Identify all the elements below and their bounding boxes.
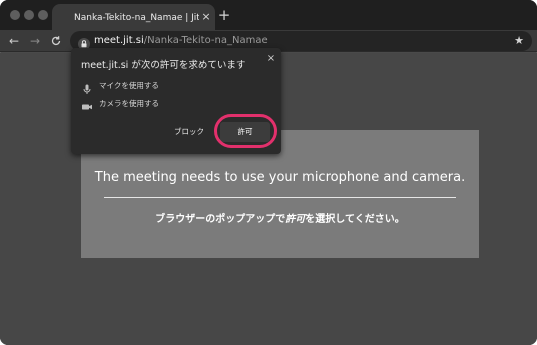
overlay-title: The meeting needs to use your microphone… bbox=[94, 170, 466, 185]
overlay-subtitle-before: ブラウザーのポップアップで bbox=[155, 214, 286, 225]
window-close-dot[interactable] bbox=[10, 10, 20, 20]
microphone-icon bbox=[81, 80, 93, 94]
new-tab-icon[interactable]: + bbox=[216, 7, 232, 23]
permission-label: マイクを使用する bbox=[99, 81, 159, 90]
url-host: meet.jit.si bbox=[94, 35, 144, 46]
overlay-subtitle: ブラウザーのポップアップで許可を選択してください。 bbox=[81, 212, 479, 228]
forward-arrow-icon[interactable]: → bbox=[27, 33, 43, 49]
overlay-subtitle-after: を選択してください。 bbox=[305, 214, 405, 225]
permission-item-microphone: マイクを使用する bbox=[81, 79, 231, 94]
tab-title: Nanka-Tekito-na_Namae | Jitsi Meet bbox=[74, 13, 199, 23]
popup-title: meet.jit.si が次の許可を求めています bbox=[81, 60, 246, 71]
url-text: meet.jit.si/Nanka-Tekito-na_Namae bbox=[94, 34, 268, 48]
block-button[interactable]: ブロック bbox=[164, 122, 214, 142]
permission-item-camera: カメラを使用する bbox=[81, 97, 231, 111]
overlay-subtitle-emphasis: 許可 bbox=[285, 214, 306, 225]
bookmark-star-icon[interactable]: ★ bbox=[512, 33, 526, 49]
tab-close-icon[interactable]: × bbox=[200, 10, 212, 24]
camera-icon bbox=[81, 98, 93, 110]
window-zoom-dot[interactable] bbox=[38, 10, 48, 20]
reload-icon[interactable] bbox=[48, 33, 64, 49]
lock-icon[interactable] bbox=[78, 35, 90, 50]
overlay-divider bbox=[104, 197, 456, 198]
browser-window: Nanka-Tekito-na_Namae | Jitsi Meet × + ←… bbox=[0, 0, 537, 345]
window-minimize-dot[interactable] bbox=[24, 10, 34, 20]
url-path: /Nanka-Tekito-na_Namae bbox=[143, 35, 268, 46]
allow-highlight-ring bbox=[214, 114, 277, 148]
tab-strip: Nanka-Tekito-na_Namae | Jitsi Meet × + bbox=[0, 0, 537, 30]
browser-tab[interactable]: Nanka-Tekito-na_Namae | Jitsi Meet × bbox=[52, 4, 215, 30]
popup-close-icon[interactable]: × bbox=[265, 53, 277, 65]
permission-label: カメラを使用する bbox=[99, 99, 159, 108]
back-arrow-icon[interactable]: ← bbox=[6, 33, 22, 49]
permission-popup: meet.jit.si が次の許可を求めています × マイクを使用する カメラを… bbox=[71, 48, 281, 154]
